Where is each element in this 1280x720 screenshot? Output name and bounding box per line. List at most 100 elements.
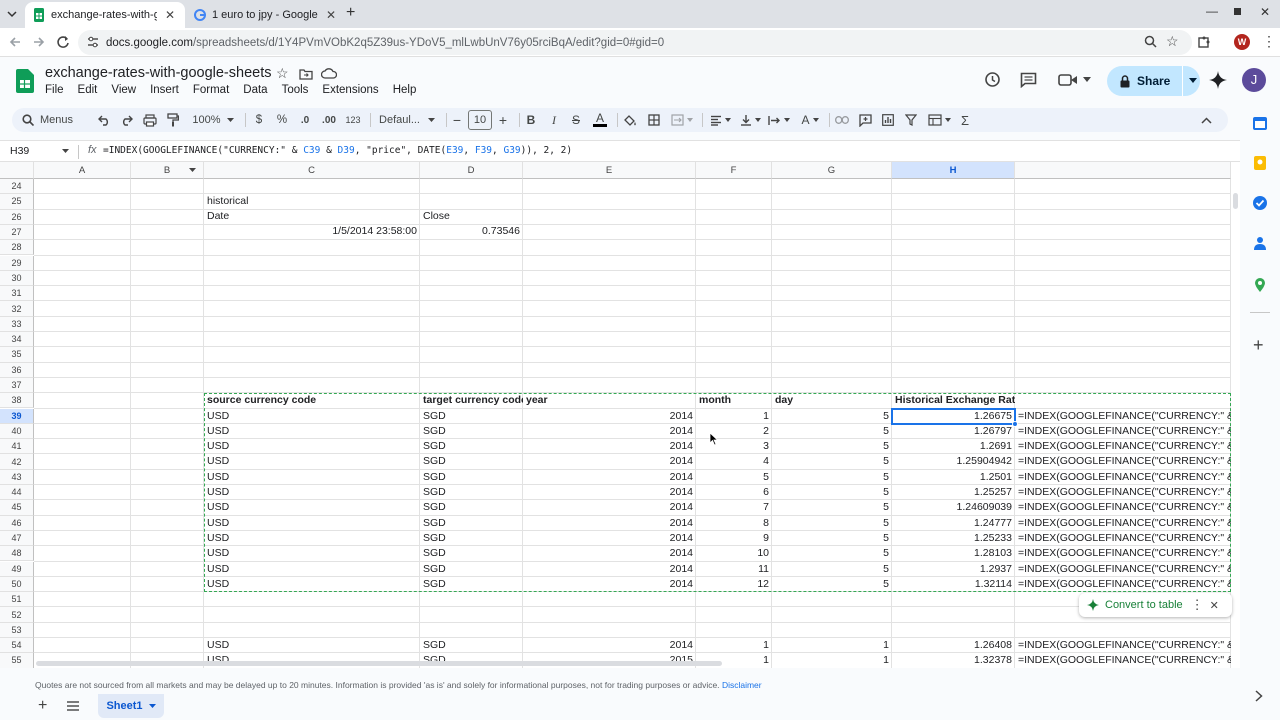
- text-color-button[interactable]: A: [592, 108, 608, 132]
- row-header[interactable]: 34: [0, 332, 34, 348]
- star-button[interactable]: ☆: [276, 65, 289, 82]
- disclaimer-link[interactable]: Disclaimer: [722, 680, 762, 690]
- cell-month[interactable]: 9: [696, 531, 772, 546]
- get-addons-button[interactable]: +: [1253, 336, 1264, 354]
- row-header[interactable]: 25: [0, 194, 34, 210]
- name-box[interactable]: H39: [10, 145, 29, 157]
- cell-day[interactable]: 5: [772, 454, 892, 469]
- cell-month[interactable]: 12: [696, 577, 772, 592]
- row-header[interactable]: 43: [0, 469, 34, 485]
- account-avatar[interactable]: J: [1242, 68, 1266, 92]
- cell-year[interactable]: 2014: [523, 577, 696, 592]
- row-header[interactable]: 54: [0, 638, 34, 654]
- row-header[interactable]: 37: [0, 377, 34, 394]
- sheets-logo[interactable]: [16, 69, 34, 93]
- cell-source[interactable]: USD: [204, 409, 420, 424]
- add-sheet-button[interactable]: +: [38, 697, 47, 715]
- menu-data[interactable]: Data: [243, 84, 274, 96]
- cell-target[interactable]: SGD: [420, 470, 523, 485]
- calendar-icon[interactable]: [1252, 115, 1268, 131]
- cell-target[interactable]: SGD: [420, 516, 523, 531]
- cell-year[interactable]: 2014: [523, 562, 696, 577]
- merge-cells-button[interactable]: [668, 108, 696, 132]
- cell-day[interactable]: 5: [772, 409, 892, 424]
- header-historical-rate[interactable]: Historical Exchange Rate: [892, 393, 1015, 408]
- cell-day[interactable]: 5: [772, 577, 892, 592]
- move-button[interactable]: [299, 68, 313, 80]
- menu-tools[interactable]: Tools: [282, 84, 316, 96]
- forward-button[interactable]: [32, 35, 46, 49]
- cell-d26[interactable]: Close: [420, 209, 523, 224]
- cell-rate[interactable]: 1.2501: [892, 470, 1015, 485]
- cell-month[interactable]: 8: [696, 516, 772, 531]
- menu-format[interactable]: Format: [193, 84, 236, 96]
- row-header[interactable]: 50: [0, 576, 34, 593]
- row-header[interactable]: 24: [0, 179, 34, 195]
- convert-to-table-chip[interactable]: Convert to table ⋮ ✕: [1079, 593, 1232, 617]
- cell-formula-text[interactable]: =INDEX(GOOGLEFINANCE("CURRENCY:" & I6: [1015, 577, 1231, 592]
- cell-rate[interactable]: 1.2691: [892, 439, 1015, 454]
- cell-rate[interactable]: 1.25257: [892, 485, 1015, 500]
- fill-color-button[interactable]: [622, 108, 638, 132]
- borders-button[interactable]: [646, 108, 662, 132]
- cell-source[interactable]: USD: [204, 546, 420, 561]
- vertical-align-button[interactable]: [738, 108, 762, 132]
- header-year[interactable]: year: [523, 393, 696, 408]
- cell-month[interactable]: 10: [696, 546, 772, 561]
- meet-button[interactable]: [1058, 73, 1091, 87]
- cell-formula-text[interactable]: =INDEX(GOOGLEFINANCE("CURRENCY:" & I6: [1015, 562, 1231, 577]
- cell-formula-text[interactable]: =INDEX(GOOGLEFINANCE("CURRENCY:" & I6: [1015, 454, 1231, 469]
- browser-menu-button[interactable]: ⋮: [1262, 34, 1276, 48]
- sheet-tab-sheet1[interactable]: Sheet1: [98, 694, 164, 718]
- horizontal-scroll-thumb[interactable]: [36, 661, 722, 666]
- row-header[interactable]: 38: [0, 393, 34, 409]
- insert-link-button[interactable]: [834, 108, 850, 132]
- cell-source[interactable]: USD: [204, 577, 420, 592]
- share-button[interactable]: Share: [1107, 66, 1200, 96]
- row-header[interactable]: 52: [0, 607, 34, 623]
- cell-year[interactable]: 2014: [523, 454, 696, 469]
- cell-month[interactable]: 5: [696, 470, 772, 485]
- maps-icon[interactable]: [1252, 277, 1268, 293]
- reload-button[interactable]: [56, 35, 70, 49]
- extensions-button[interactable]: [1198, 35, 1211, 48]
- cell-year[interactable]: 2014: [523, 439, 696, 454]
- row-header[interactable]: 40: [0, 423, 34, 440]
- cell-formula-text[interactable]: =INDEX(GOOGLEFINANCE("CURRENCY:" & I6: [1015, 516, 1231, 531]
- gemini-button[interactable]: [1209, 71, 1227, 89]
- menu-file[interactable]: File: [45, 84, 71, 96]
- undo-button[interactable]: [96, 108, 112, 132]
- all-sheets-button[interactable]: [67, 701, 79, 711]
- cell-source[interactable]: USD: [204, 516, 420, 531]
- cell-target[interactable]: SGD: [420, 485, 523, 500]
- insert-chart-button[interactable]: [880, 108, 896, 132]
- collapse-toolbar-button[interactable]: [1198, 108, 1214, 132]
- cell-target[interactable]: SGD: [420, 577, 523, 592]
- tasks-icon[interactable]: [1252, 195, 1268, 211]
- cell-month[interactable]: 1: [696, 638, 772, 653]
- contacts-icon[interactable]: [1252, 235, 1268, 251]
- cell-source[interactable]: USD: [204, 470, 420, 485]
- cell-month[interactable]: 1: [696, 409, 772, 424]
- horizontal-align-button[interactable]: [708, 108, 732, 132]
- zoom-select[interactable]: 100%: [190, 108, 236, 132]
- menu-edit[interactable]: Edit: [78, 84, 105, 96]
- cell-rate[interactable]: 1.25233: [892, 531, 1015, 546]
- column-header-c[interactable]: C: [204, 162, 420, 179]
- cell-target[interactable]: SGD: [420, 531, 523, 546]
- tab-list-button[interactable]: [6, 8, 18, 20]
- cell-rate[interactable]: 1.24609039: [892, 500, 1015, 515]
- new-tab-button[interactable]: +: [346, 5, 355, 21]
- row-header[interactable]: 35: [0, 347, 34, 363]
- cell-target[interactable]: SGD: [420, 562, 523, 577]
- cell-c27[interactable]: 1/5/2014 23:58:00: [204, 224, 420, 239]
- menu-insert[interactable]: Insert: [150, 84, 186, 96]
- header-source-currency[interactable]: source currency code: [204, 393, 420, 408]
- cell-year[interactable]: 2014: [523, 500, 696, 515]
- close-icon[interactable]: ✕: [163, 8, 177, 22]
- cell-formula-text[interactable]: =INDEX(GOOGLEFINANCE("CURRENCY:" & I7: [1015, 638, 1231, 653]
- currency-format-button[interactable]: $: [252, 108, 266, 132]
- cell-year[interactable]: 2014: [523, 424, 696, 439]
- cell-day[interactable]: 5: [772, 500, 892, 515]
- row-header[interactable]: 44: [0, 485, 34, 501]
